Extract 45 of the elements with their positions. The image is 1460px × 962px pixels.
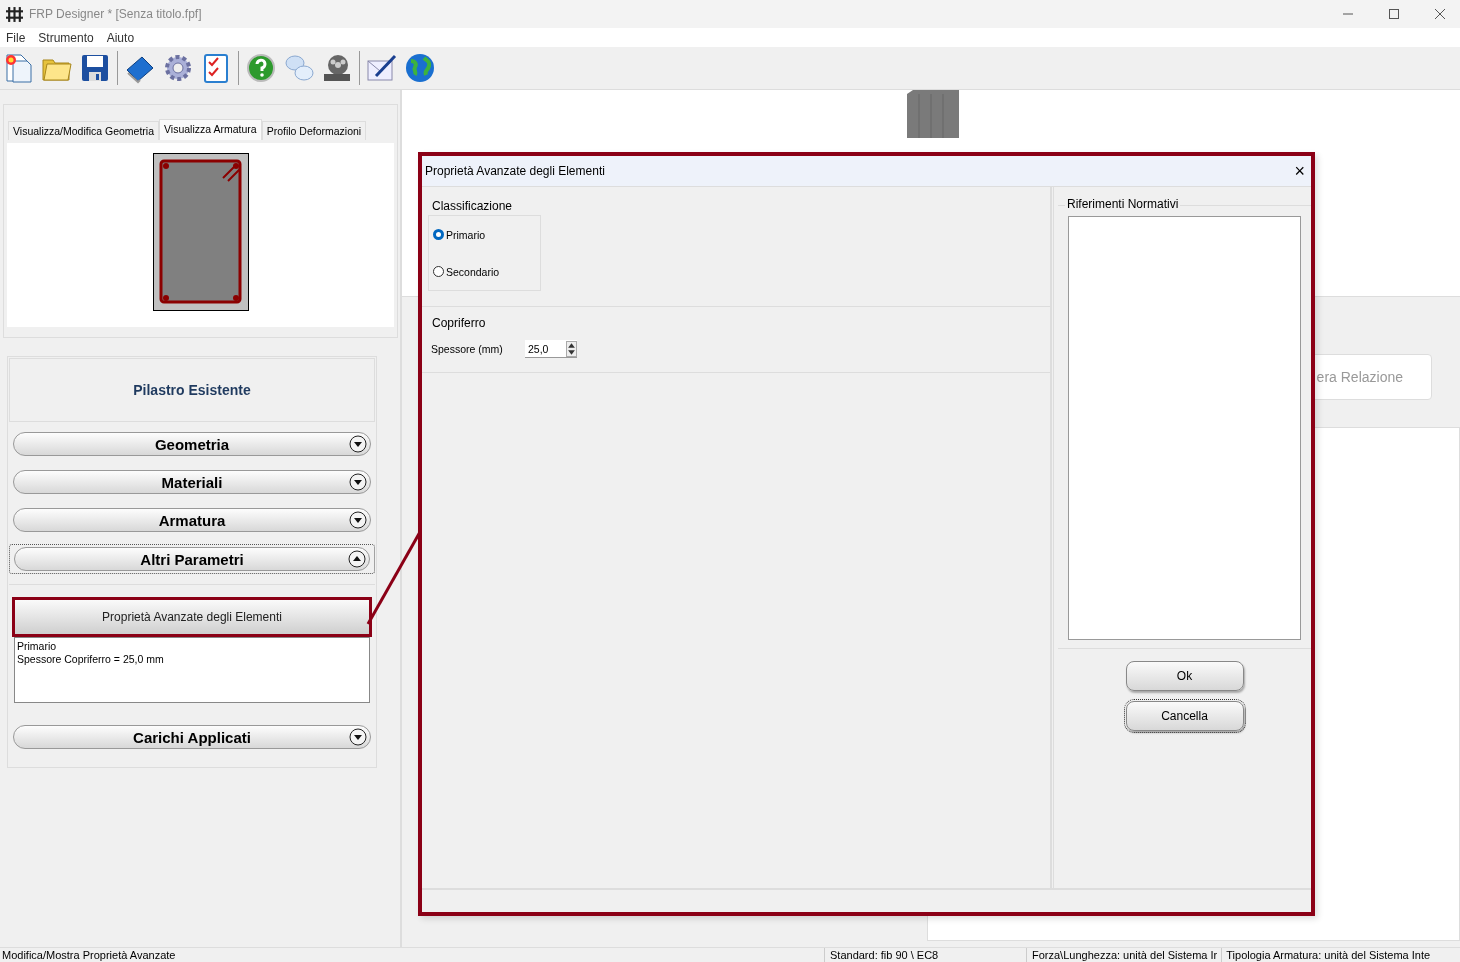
radio-option[interactable]: Primario bbox=[433, 228, 540, 241]
accordion-button[interactable]: Armatura bbox=[13, 508, 371, 532]
settings-icon[interactable] bbox=[162, 52, 194, 84]
dialog-title: Proprietà Avanzate degli Elementi bbox=[425, 164, 605, 178]
globe-icon[interactable] bbox=[404, 52, 436, 84]
accordion-button[interactable]: Materiali bbox=[13, 470, 371, 494]
column-3d-drawing bbox=[907, 90, 959, 138]
status-text: Tipologia Armatura: unità del Sistema Inte bbox=[1221, 948, 1431, 962]
section-header: Pilastro Esistente bbox=[9, 358, 375, 422]
accordion-button[interactable]: Geometria bbox=[13, 432, 371, 456]
up-arrow-icon[interactable] bbox=[567, 341, 576, 349]
tab[interactable]: Visualizza Armatura bbox=[159, 119, 262, 140]
dialog-button[interactable]: Ok bbox=[1125, 661, 1244, 691]
menu-item[interactable]: Aiuto bbox=[106, 30, 135, 45]
field-label: Spessore (mm) bbox=[431, 343, 504, 355]
radio-button[interactable] bbox=[433, 229, 444, 240]
summary-line: Primario bbox=[17, 640, 58, 653]
menu-item[interactable]: File bbox=[6, 30, 26, 45]
mail-pen-icon[interactable] bbox=[366, 52, 398, 84]
status-text: Forza\Lunghezza: unità del Sistema Ir bbox=[1026, 948, 1222, 962]
group-title: Riferimenti Normativi bbox=[1065, 197, 1181, 211]
down-arrow-icon[interactable] bbox=[567, 348, 576, 356]
new-document-icon[interactable] bbox=[3, 52, 35, 84]
advanced-properties-button[interactable]: Proprietà Avanzate degli Elementi bbox=[15, 600, 369, 634]
status-text: Modifica/Mostra Proprietà Avanzate bbox=[1, 948, 177, 962]
help-icon[interactable] bbox=[245, 52, 277, 84]
group-title: Classificazione bbox=[432, 199, 513, 213]
accordion-button[interactable]: Altri Parametri bbox=[14, 547, 370, 571]
tab[interactable]: Profilo Deformazioni bbox=[261, 121, 367, 140]
save-icon[interactable] bbox=[79, 52, 111, 84]
status-text: Standard: fib 90 \ EC8 bbox=[824, 948, 1026, 962]
close-icon[interactable] bbox=[1434, 8, 1446, 20]
tab[interactable]: Visualizza/Modifica Geometria bbox=[8, 121, 160, 140]
dialog-button[interactable]: Cancella bbox=[1125, 701, 1244, 731]
app-logo-icon bbox=[6, 5, 23, 23]
summary-line: Spessore Copriferro = 25,0 mm bbox=[17, 653, 165, 666]
close-button[interactable]: × bbox=[1288, 160, 1311, 182]
group-title: Copriferro bbox=[432, 316, 486, 330]
radio-button[interactable] bbox=[433, 266, 444, 277]
maximize-icon[interactable] bbox=[1388, 8, 1400, 20]
menu-item[interactable]: Strumento bbox=[38, 30, 94, 45]
number-spinner[interactable]: 25,0 bbox=[525, 340, 577, 358]
radio-option[interactable]: Secondario bbox=[433, 265, 540, 278]
window-title: FRP Designer * [Senza titolo.fpf] bbox=[29, 7, 202, 21]
accordion-button[interactable]: Carichi Applicati bbox=[13, 725, 371, 749]
